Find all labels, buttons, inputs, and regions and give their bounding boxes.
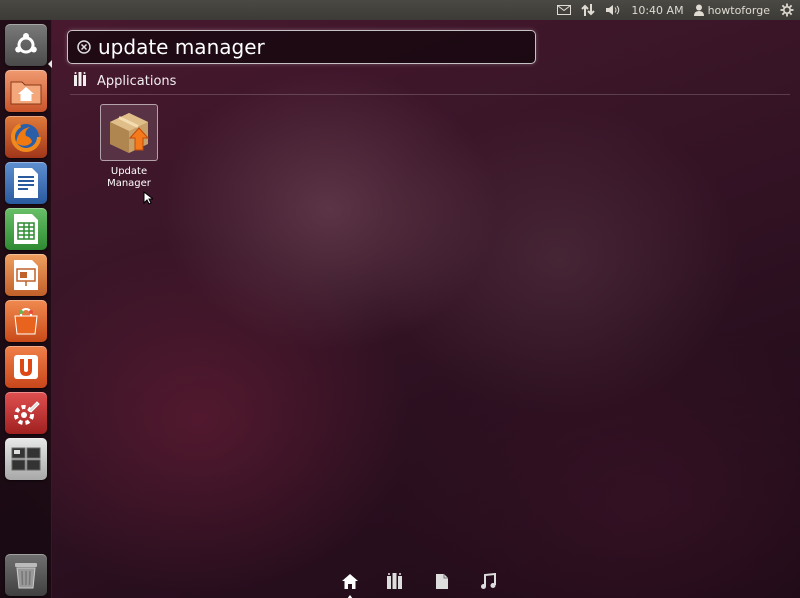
home-folder-icon (10, 77, 42, 105)
launcher-ubuntu-one[interactable] (5, 346, 47, 388)
applications-lens-icon (387, 573, 405, 593)
result-label[interactable]: Update Manager (90, 166, 168, 190)
result-update-manager[interactable] (100, 104, 158, 161)
launcher-libreoffice-writer[interactable] (5, 162, 47, 204)
update-manager-icon (106, 108, 152, 158)
dash-search-box[interactable] (67, 30, 536, 64)
session-gear-icon[interactable] (780, 0, 794, 20)
music-lens-button[interactable] (476, 571, 500, 595)
trash-icon (13, 560, 39, 590)
workspace-icon (11, 447, 41, 471)
firefox-icon (10, 121, 42, 153)
music-lens-icon (480, 572, 496, 594)
software-center-icon (11, 306, 41, 336)
active-indicator (48, 60, 52, 68)
ubuntu-logo-icon (13, 32, 39, 58)
category-title: Applications (97, 73, 177, 89)
launcher-workspace-switcher[interactable] (5, 438, 47, 480)
network-icon[interactable] (581, 0, 596, 20)
volume-icon[interactable] (605, 0, 621, 20)
impress-icon (12, 259, 40, 291)
ubuntu-one-icon (12, 353, 40, 381)
applications-category-icon (74, 72, 89, 90)
dash-home-button[interactable] (5, 24, 47, 66)
top-panel: 10:40 AM howtoforge (0, 0, 800, 20)
mail-icon[interactable] (557, 0, 572, 20)
files-lens-icon (435, 573, 449, 594)
mouse-pointer-icon (143, 190, 155, 209)
category-header-applications[interactable]: Applications (74, 72, 176, 90)
category-divider (70, 94, 790, 95)
launcher-libreoffice-impress[interactable] (5, 254, 47, 296)
writer-icon (12, 167, 40, 199)
launcher-software-center[interactable] (5, 300, 47, 342)
result-label-line2: Manager (107, 178, 151, 189)
settings-icon (11, 398, 41, 428)
user-menu[interactable]: howtoforge (693, 0, 770, 20)
files-lens-button[interactable] (430, 571, 454, 595)
clock[interactable]: 10:40 AM (631, 0, 683, 20)
home-lens-button[interactable] (338, 571, 362, 598)
lens-bar (338, 570, 500, 598)
user-icon (693, 4, 704, 16)
result-label-line1: Update (110, 166, 148, 177)
launcher-home-folder[interactable] (5, 70, 47, 112)
search-input[interactable] (98, 32, 535, 62)
launcher-trash[interactable] (5, 554, 47, 596)
home-lens-icon (341, 573, 359, 594)
user-name: howtoforge (707, 3, 770, 17)
clear-search-icon[interactable] (76, 39, 92, 55)
calc-icon (12, 213, 40, 245)
applications-lens-button[interactable] (384, 571, 408, 595)
launcher-libreoffice-calc[interactable] (5, 208, 47, 250)
launcher (0, 20, 52, 598)
launcher-firefox[interactable] (5, 116, 47, 158)
clock-text: 10:40 AM (631, 3, 684, 17)
launcher-system-settings[interactable] (5, 392, 47, 434)
